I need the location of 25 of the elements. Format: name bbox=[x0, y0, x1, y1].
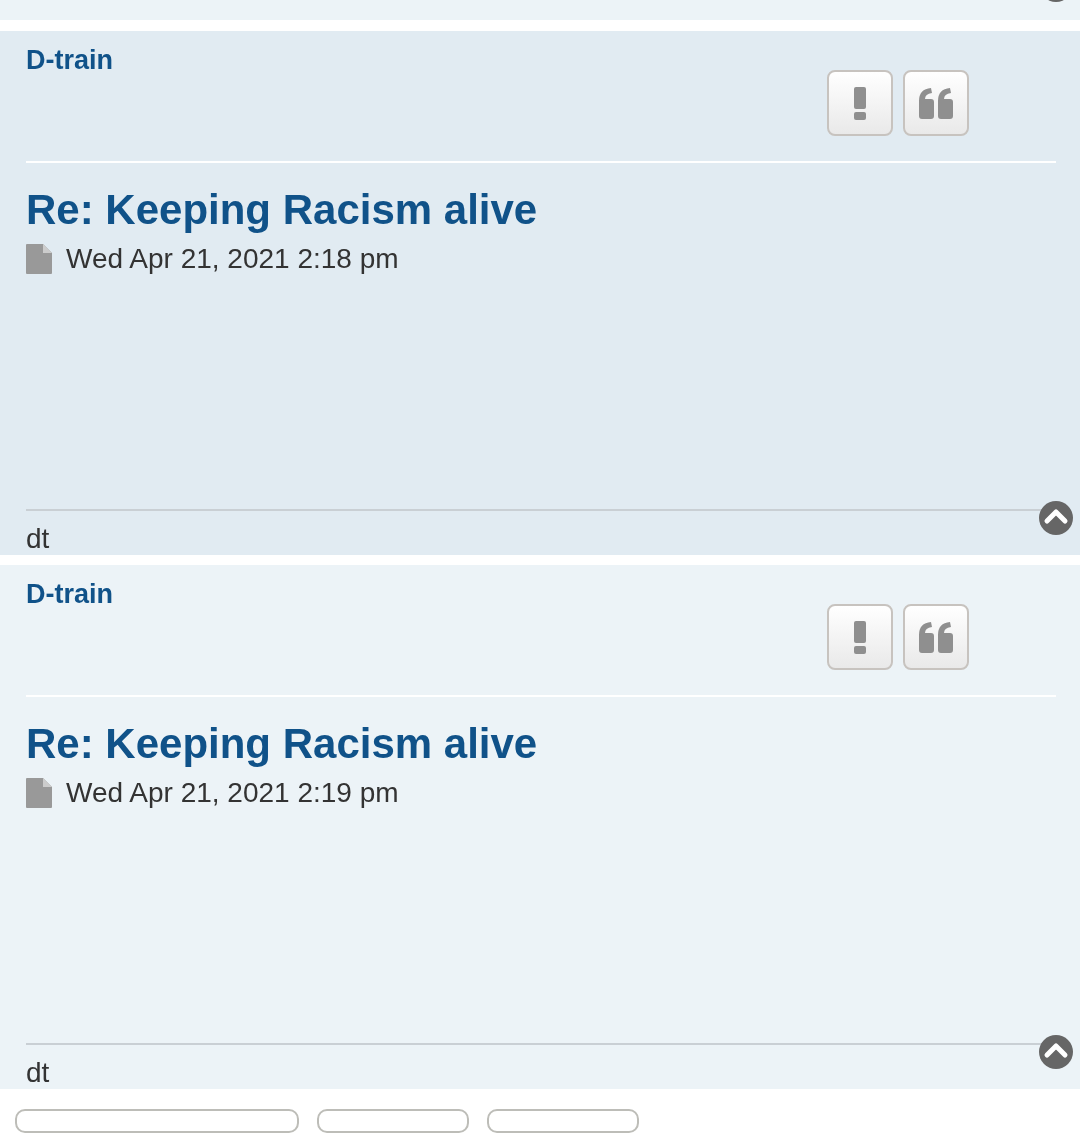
post-date: Wed Apr 21, 2021 2:18 pm bbox=[66, 242, 399, 277]
post-title[interactable]: Re: Keeping Racism alive bbox=[26, 719, 538, 770]
quote-button[interactable] bbox=[903, 70, 969, 137]
post-title[interactable]: Re: Keeping Racism alive bbox=[26, 185, 538, 236]
post-date: Wed Apr 21, 2021 2:19 pm bbox=[66, 776, 399, 811]
scroll-up-icon bbox=[1038, 1034, 1074, 1070]
exclamation-icon bbox=[854, 620, 866, 654]
scroll-up-button[interactable] bbox=[1038, 500, 1074, 537]
report-button[interactable] bbox=[827, 604, 893, 671]
quote-icon bbox=[917, 87, 955, 120]
document-icon bbox=[26, 778, 52, 809]
post-author[interactable]: D-train bbox=[26, 44, 113, 77]
signature-text: dt bbox=[26, 1057, 50, 1089]
button-outline[interactable] bbox=[317, 1109, 469, 1133]
post-author[interactable]: D-train bbox=[26, 578, 113, 611]
signature-text: dt bbox=[26, 523, 50, 556]
report-button[interactable] bbox=[827, 70, 893, 137]
document-icon bbox=[26, 244, 52, 275]
quote-button[interactable] bbox=[903, 604, 969, 671]
scroll-up-button[interactable] bbox=[1038, 1034, 1074, 1070]
scroll-up-icon bbox=[1038, 500, 1074, 537]
button-outline[interactable] bbox=[15, 1109, 299, 1133]
button-outline[interactable] bbox=[487, 1109, 639, 1133]
quote-icon bbox=[917, 621, 955, 654]
exclamation-icon bbox=[854, 86, 866, 120]
